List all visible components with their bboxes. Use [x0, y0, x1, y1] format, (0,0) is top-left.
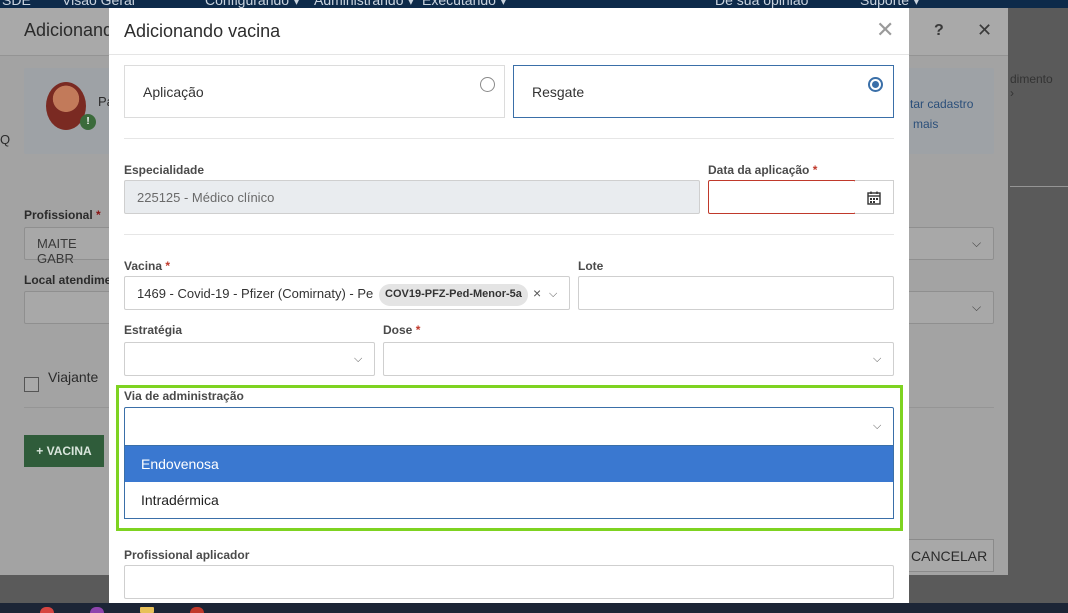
- clear-icon[interactable]: ×: [533, 285, 541, 301]
- chevron-down-icon: ⌵: [873, 353, 882, 365]
- estrategia-select[interactable]: [124, 342, 375, 376]
- vaccine-code-chip: COV19-PFZ-Ped-Menor-5a: [379, 284, 528, 306]
- dropdown-option-endovenosa[interactable]: Endovenosa: [125, 446, 893, 482]
- warning-icon: !: [80, 114, 96, 130]
- more-link[interactable]: mais: [913, 117, 938, 131]
- traveler-label: Viajante: [48, 369, 99, 385]
- professional-label: Profissional *: [24, 208, 101, 222]
- os-taskbar: [0, 603, 1068, 613]
- option-label: Resgate: [532, 84, 585, 100]
- divider: [109, 54, 909, 55]
- option-label: Aplicação: [143, 84, 204, 100]
- taskbar-app-icon[interactable]: [90, 607, 104, 613]
- via-label: Via de administração: [124, 389, 244, 403]
- chevron-down-icon: ⌵: [972, 236, 982, 250]
- via-select[interactable]: [124, 407, 894, 446]
- option-aplicacao[interactable]: Aplicação: [124, 65, 505, 118]
- top-navigation: SDE Visão Geral Configurando ▾ Administr…: [0, 0, 1068, 8]
- chevron-down-icon: ⌵: [873, 420, 882, 432]
- breadcrumb-fragment: dimento ›: [1010, 72, 1053, 100]
- nav-item-executing[interactable]: Executando ▾: [422, 0, 507, 8]
- profissional-aplicador-input[interactable]: [124, 565, 894, 599]
- especialidade-field: 225125 - Médico clínico: [124, 180, 700, 214]
- nav-item-overview[interactable]: Visão Geral: [62, 0, 135, 8]
- chevron-down-icon: ⌵: [549, 288, 558, 300]
- divider: [124, 234, 894, 235]
- nav-item-configuring[interactable]: Configurando ▾: [205, 0, 300, 8]
- profissional-aplicador-label: Profissional aplicador: [124, 548, 250, 562]
- close-icon[interactable]: ✕: [977, 20, 992, 41]
- data-aplicacao-label: Data da aplicação *: [708, 163, 818, 177]
- divider: [1010, 186, 1068, 187]
- dropdown-option-intradermica[interactable]: Intradérmica: [125, 482, 893, 518]
- dose-label: Dose *: [383, 323, 421, 337]
- via-dropdown-list: Endovenosa Intradérmica: [124, 446, 894, 519]
- add-vaccine-button[interactable]: + VACINA: [24, 435, 104, 467]
- taskbar-app-icon[interactable]: [190, 607, 204, 613]
- dose-select[interactable]: [383, 342, 894, 376]
- nav-item-administering[interactable]: Administrando ▾: [314, 0, 414, 8]
- estrategia-label: Estratégia: [124, 323, 183, 337]
- lote-label: Lote: [578, 259, 604, 273]
- lote-input[interactable]: [578, 276, 894, 310]
- taskbar-app-icon[interactable]: [140, 607, 154, 613]
- calendar-icon: [867, 191, 881, 205]
- chevron-down-icon: ⌵: [354, 353, 363, 365]
- add-vaccine-modal: Adicionando vacina ✕ Aplicação Resgate E…: [109, 8, 909, 603]
- nav-item-support[interactable]: Suporte ▾: [860, 0, 920, 8]
- nav-item-brand[interactable]: SDE: [2, 0, 31, 8]
- modal-title: Adicionando vacina: [124, 21, 281, 41]
- vacina-label: Vacina *: [124, 259, 171, 273]
- radio-button-selected[interactable]: [868, 77, 883, 92]
- cancel-button[interactable]: CANCELAR: [900, 539, 994, 572]
- nav-item-feedback[interactable]: Dê sua opinião: [715, 0, 808, 8]
- side-letter: Q: [0, 132, 11, 147]
- traveler-checkbox[interactable]: [24, 377, 39, 392]
- chevron-down-icon: ⌵: [972, 300, 982, 314]
- option-resgate[interactable]: Resgate: [513, 65, 894, 118]
- local-label: Local atendime: [24, 273, 112, 287]
- close-icon[interactable]: ✕: [876, 18, 894, 42]
- divider: [124, 138, 894, 139]
- especialidade-label: Especialidade: [124, 163, 205, 177]
- data-aplicacao-input[interactable]: [708, 180, 856, 214]
- radio-button[interactable]: [480, 77, 495, 92]
- question-icon[interactable]: ?: [934, 22, 944, 40]
- calendar-button[interactable]: [855, 180, 894, 214]
- local-field[interactable]: [24, 291, 114, 324]
- professional-field[interactable]: MAITE GABR: [24, 227, 114, 266]
- update-register-link[interactable]: tar cadastro: [910, 97, 973, 111]
- taskbar-app-icon[interactable]: [40, 607, 54, 613]
